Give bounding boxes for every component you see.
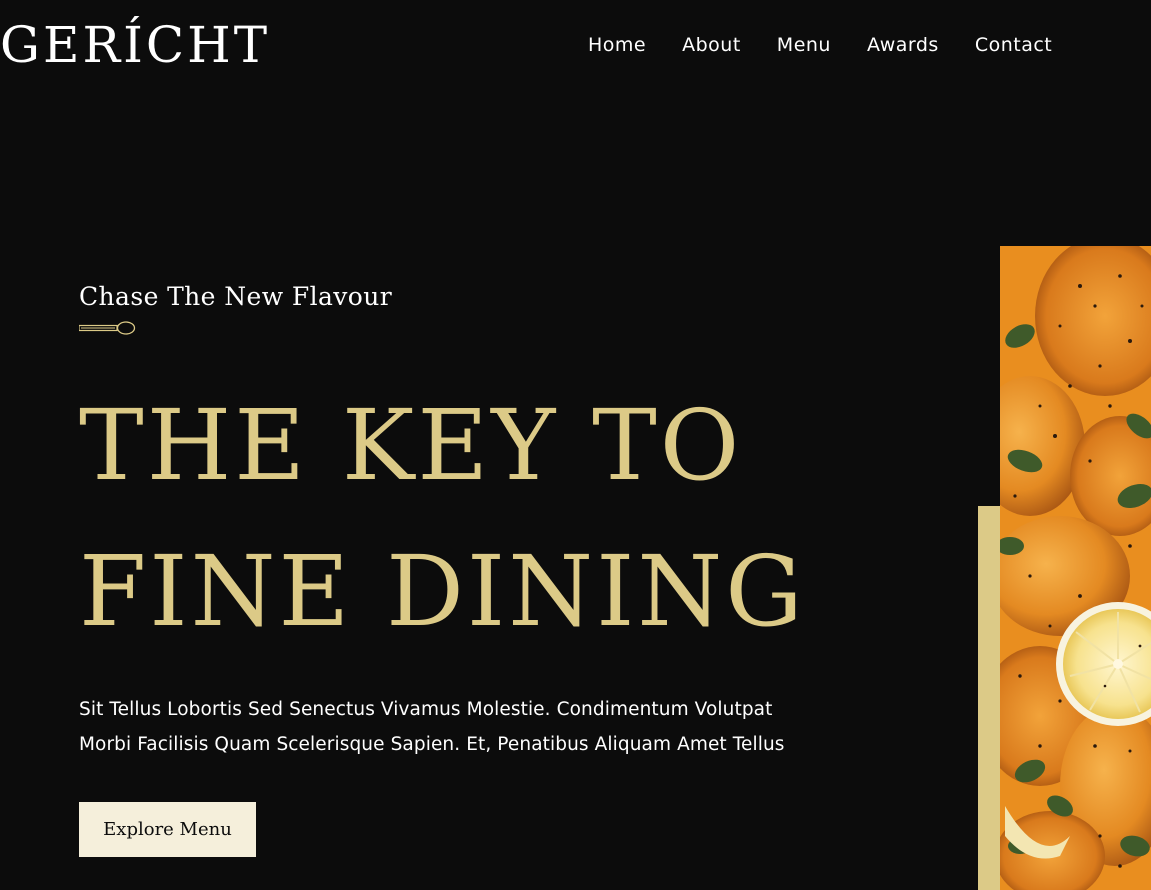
nav-link-menu[interactable]: Menu xyxy=(777,31,831,59)
nav-link-about[interactable]: About xyxy=(682,31,741,59)
hero-title-line-2: FINE DINING xyxy=(79,535,806,648)
explore-menu-button[interactable]: Explore Menu xyxy=(79,802,256,857)
hero-description-line-1: Sit Tellus Lobortis Sed Senectus Vivamus… xyxy=(79,699,773,720)
hero-title-line-1: THE KEY TO xyxy=(79,389,743,502)
nav-links: Home About Menu Awards Contact xyxy=(588,31,1052,59)
brand-logo[interactable]: GERÍCHT xyxy=(0,14,270,76)
nav-link-awards[interactable]: Awards xyxy=(867,31,939,59)
hero-title: THE KEY TO FINE DINING xyxy=(79,373,806,665)
gold-accent-bar xyxy=(978,506,1000,890)
hero-description: Sit Tellus Lobortis Sed Senectus Vivamus… xyxy=(79,692,879,762)
nav-link-contact[interactable]: Contact xyxy=(975,31,1052,59)
nav-link-home[interactable]: Home xyxy=(588,31,646,59)
hero-food-image xyxy=(1000,246,1151,890)
hero-subtitle: Chase The New Flavour xyxy=(79,282,393,311)
navbar: GERÍCHT Home About Menu Awards Contact xyxy=(0,0,1151,90)
hero-description-line-2: Morbi Facilisis Quam Scelerisque Sapien.… xyxy=(79,734,785,755)
spoon-icon xyxy=(78,320,137,336)
